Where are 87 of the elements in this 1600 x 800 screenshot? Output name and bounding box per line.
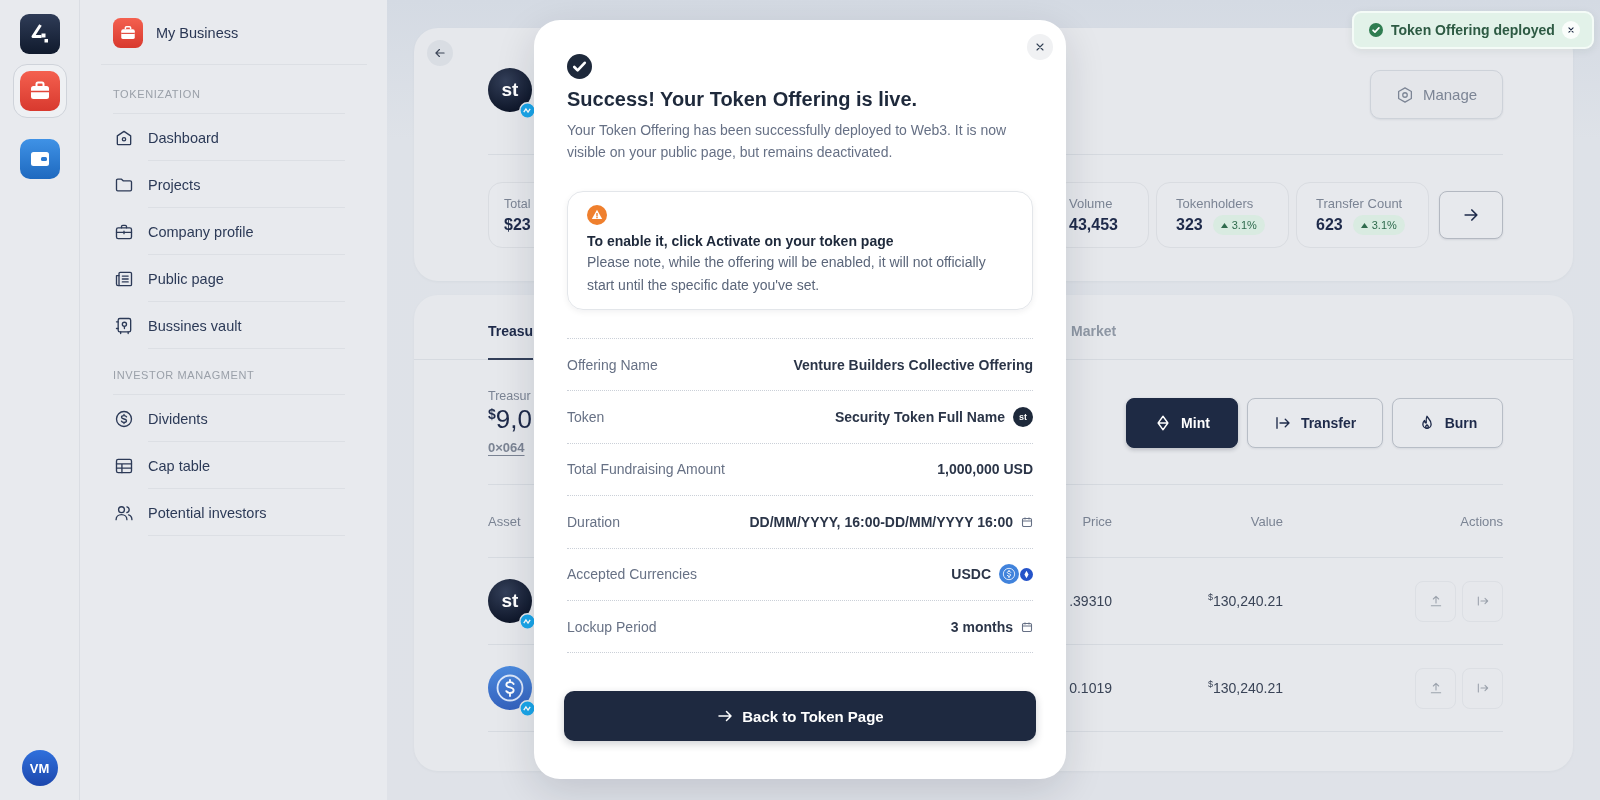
briefcase-icon: [113, 18, 143, 48]
nav-item[interactable]: Projects: [113, 161, 345, 208]
nav-item[interactable]: Company profile: [113, 208, 345, 255]
nav-item[interactable]: Public page: [113, 255, 345, 302]
column-header: Value: [1250, 513, 1283, 529]
safe-icon: [114, 315, 134, 336]
up-triangle-icon: [1220, 222, 1228, 228]
bar-arrow-icon: [1273, 414, 1292, 432]
upload-button[interactable]: [1415, 580, 1456, 622]
detail-value: Venture Builders Collective Offering: [793, 356, 1033, 373]
nav-item[interactable]: Bussines vault: [113, 302, 345, 349]
detail-value: 1,000,000 USD: [937, 461, 1033, 478]
close-icon: [1034, 41, 1046, 53]
upload-button[interactable]: [1415, 667, 1456, 709]
briefcase-icon: [19, 71, 60, 111]
detail-label: Total Fundraising Amount: [567, 461, 725, 478]
settings-icon: [1395, 85, 1414, 104]
back-to-token-button[interactable]: Back to Token Page: [564, 691, 1036, 742]
mint-button[interactable]: Mint: [1126, 398, 1238, 448]
notice-title: To enable it, click Activate on your token page: [587, 232, 895, 251]
token-logo: st: [1013, 407, 1033, 428]
value-cell: $^{$}$130,240.21: [1207, 680, 1283, 696]
detail-value: USDC: [951, 566, 991, 583]
change-value: 3.1%: [1371, 219, 1397, 231]
change-value: 3.1%: [1231, 219, 1257, 231]
column-header: Price: [1082, 513, 1112, 529]
price-cell: 0.1019: [1069, 680, 1112, 696]
close-button[interactable]: [1027, 34, 1053, 60]
stat-value: $23: [504, 216, 531, 234]
section-label: TOKENIZATION: [113, 65, 345, 114]
dollar-circle-icon: [114, 408, 134, 429]
value-cell: $^{$}$130,240.21: [1207, 593, 1283, 609]
nav-item[interactable]: Cap table: [113, 442, 345, 489]
send-button[interactable]: [1462, 580, 1503, 622]
wallet-app-button[interactable]: [19, 139, 60, 179]
nav-item[interactable]: Dividents: [113, 395, 345, 442]
dialog-description: Your Token Offering has been successfully deployed to Web3. It is now visible on your public page, but remains deactivated.: [567, 121, 1008, 162]
workspace-title: My Business: [156, 25, 239, 41]
treasury-label: Treasur: [488, 388, 531, 405]
wallet-icon: [19, 139, 60, 179]
dialog-title: Success! Your Token Offering is live.: [567, 87, 919, 112]
user-avatar[interactable]: VM: [21, 750, 58, 786]
check-circle-icon: [567, 54, 592, 79]
column-header: Actions: [1460, 513, 1503, 529]
stat-value: 323: [1176, 216, 1203, 234]
section-label: INVESTOR MANAGMENT: [113, 349, 345, 395]
detail-value: 3 months: [950, 618, 1013, 635]
price-cell: .39310: [1069, 593, 1112, 609]
stat-value: 623: [1316, 216, 1343, 234]
stat-label: Transfer Count: [1316, 196, 1404, 212]
up-triangle-icon: [1360, 222, 1368, 228]
nav-item[interactable]: Dashboard: [113, 114, 345, 161]
stat-value: 43,453: [1069, 216, 1118, 234]
logo-icon[interactable]: [19, 14, 60, 54]
dollar-coin-icon: [488, 666, 532, 710]
detail-value: Security Token Full Name: [834, 409, 1005, 426]
detail-label: Accepted Currencies: [567, 566, 697, 583]
stat-label: Volume: [1069, 196, 1114, 212]
treasury-amount: $^{$}$9,0: [488, 404, 532, 434]
check-circle-icon: [1369, 23, 1383, 37]
detail-label: Offering Name: [567, 356, 658, 373]
detail-value: DD/MM/YYYY, 16:00-DD/MM/YYYY 16:00: [749, 513, 1013, 530]
detail-label: Lockup Period: [567, 618, 657, 635]
warning-icon: [587, 205, 607, 225]
token-avatar: st: [488, 579, 532, 623]
dollar-coin-icon: [999, 564, 1019, 585]
column-header: Asset: [488, 513, 521, 529]
back-button[interactable]: [427, 40, 453, 66]
nav-item[interactable]: Potential investors: [113, 489, 345, 536]
detail-label: Token: [567, 409, 605, 426]
detail-label: Duration: [567, 513, 620, 530]
next-button[interactable]: [1439, 191, 1503, 239]
stat-label: Tokenholders: [1176, 196, 1255, 212]
token-avatar: st: [488, 68, 532, 112]
stat-label: Total: [504, 196, 532, 212]
arrow-left-icon: [433, 46, 447, 60]
close-button[interactable]: [1561, 21, 1580, 39]
burn-button[interactable]: Burn: [1392, 398, 1503, 448]
calendar-icon: [1021, 515, 1033, 528]
business-app-button[interactable]: [12, 64, 67, 118]
notice-text: Please note, while the offering will be enabled, it will not officially start until the specific date you've set.: [587, 253, 987, 295]
close-icon: [1565, 25, 1576, 35]
toast-message: Token Offering deployed: [1391, 22, 1555, 38]
calendar-icon: [1021, 620, 1033, 633]
send-button[interactable]: [1462, 667, 1503, 709]
diamond-coin-icon: [1020, 567, 1033, 581]
transfer-button[interactable]: Transfer: [1247, 398, 1383, 448]
